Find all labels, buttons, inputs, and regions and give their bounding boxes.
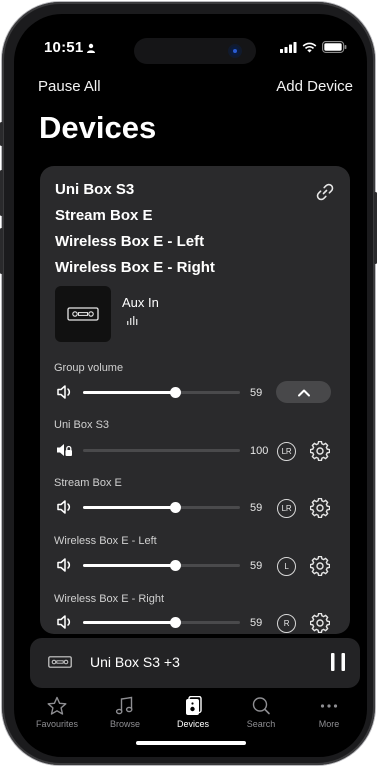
slider-fill xyxy=(83,564,176,567)
tab-label: Browse xyxy=(109,719,140,729)
device-name: Wireless Box E - Left xyxy=(54,535,157,547)
device-box-icon xyxy=(48,656,72,668)
group-volume-label: Group volume xyxy=(54,362,124,374)
music-note-icon xyxy=(115,696,133,715)
home-indicator xyxy=(136,741,246,745)
mini-player[interactable]: Uni Box S3 +3 xyxy=(30,638,360,688)
device-volume-value: 59 xyxy=(250,617,263,629)
group-member-name: Wireless Box E - Right xyxy=(55,259,215,276)
tab-label: More xyxy=(318,719,340,729)
gear-icon[interactable] xyxy=(310,556,330,576)
speaker-icon[interactable] xyxy=(56,614,74,630)
status-time: 10:51 xyxy=(44,39,96,56)
device-volume-value: 59 xyxy=(250,502,263,514)
channel-badge: LR xyxy=(277,499,296,518)
group-member-name: Stream Box E xyxy=(55,207,153,224)
speaker-icon[interactable] xyxy=(56,499,74,515)
phone-frame: 10:51 Pause All Add Device Devices Uni B… xyxy=(0,2,377,765)
signal-icon xyxy=(280,41,297,53)
link-icon[interactable] xyxy=(316,183,334,201)
group-member-name: Uni Box S3 xyxy=(55,181,135,198)
camera-dot xyxy=(230,46,240,56)
action-button xyxy=(0,122,3,146)
tab-bar: Favourites Browse Devices Search More xyxy=(14,696,367,736)
tab-browse[interactable]: Browse xyxy=(95,696,155,729)
pause-icon[interactable] xyxy=(330,652,346,672)
status-time-text: 10:51 xyxy=(44,39,84,56)
device-name: Stream Box E xyxy=(54,477,122,489)
playing-bars-icon xyxy=(127,316,138,325)
channel-badge: L xyxy=(277,557,296,576)
gear-icon[interactable] xyxy=(310,498,330,518)
page-title: Devices xyxy=(39,110,157,145)
gear-icon[interactable] xyxy=(310,613,330,633)
tab-more[interactable]: More xyxy=(299,696,359,729)
volume-down-button xyxy=(0,228,3,274)
group-volume-value: 59 xyxy=(250,387,263,399)
status-icons xyxy=(280,41,347,53)
battery-icon xyxy=(322,41,347,53)
slider-thumb[interactable] xyxy=(170,617,182,628)
slider-fill xyxy=(83,506,176,509)
slider-fill xyxy=(83,391,176,394)
device-box-icon xyxy=(67,307,99,321)
mini-player-title: Uni Box S3 +3 xyxy=(90,654,180,670)
search-icon xyxy=(252,697,270,715)
dynamic-island xyxy=(134,38,256,64)
devices-icon xyxy=(186,696,202,715)
pause-all-button[interactable]: Pause All xyxy=(38,78,101,95)
speaker-icon[interactable] xyxy=(56,557,74,573)
chevron-up-icon xyxy=(297,389,310,396)
channel-badge: LR xyxy=(277,442,296,461)
tab-label: Favourites xyxy=(35,719,79,729)
wifi-icon xyxy=(302,42,317,52)
slider-thumb[interactable] xyxy=(170,387,182,398)
slider-fill xyxy=(83,621,176,624)
volume-up-button xyxy=(0,170,3,216)
speaker-locked-icon[interactable] xyxy=(56,442,74,458)
album-art xyxy=(55,286,111,342)
group-member-name: Wireless Box E - Left xyxy=(55,233,205,250)
channel-badge: R xyxy=(277,614,296,633)
device-volume-slider[interactable] xyxy=(83,560,240,571)
speaker-icon[interactable] xyxy=(56,384,74,400)
person-icon xyxy=(87,43,96,53)
more-icon xyxy=(320,704,338,708)
gear-icon[interactable] xyxy=(310,441,330,461)
device-volume-slider[interactable] xyxy=(83,449,240,452)
device-volume-value: 100 xyxy=(250,445,269,457)
device-volume-slider[interactable] xyxy=(83,617,240,628)
star-icon xyxy=(47,696,67,715)
group-volume-slider[interactable] xyxy=(83,387,240,398)
tab-label: Devices xyxy=(176,719,209,729)
tab-devices[interactable]: Devices xyxy=(163,696,223,729)
group-card[interactable]: Uni Box S3 Stream Box E Wireless Box E -… xyxy=(40,166,350,634)
collapse-button[interactable] xyxy=(276,381,331,403)
now-playing-title: Aux In xyxy=(122,295,159,310)
tab-search[interactable]: Search xyxy=(231,696,291,729)
tab-favourites[interactable]: Favourites xyxy=(27,696,87,729)
device-volume-value: 59 xyxy=(250,560,263,572)
tab-label: Search xyxy=(246,719,276,729)
add-device-button[interactable]: Add Device xyxy=(276,78,353,95)
device-name: Uni Box S3 xyxy=(54,419,110,431)
slider-thumb[interactable] xyxy=(170,560,182,571)
slider-thumb[interactable] xyxy=(170,502,182,513)
screen: 10:51 Pause All Add Device Devices Uni B… xyxy=(14,14,367,757)
device-name: Wireless Box E - Right xyxy=(54,593,165,605)
device-volume-slider[interactable] xyxy=(83,502,240,513)
